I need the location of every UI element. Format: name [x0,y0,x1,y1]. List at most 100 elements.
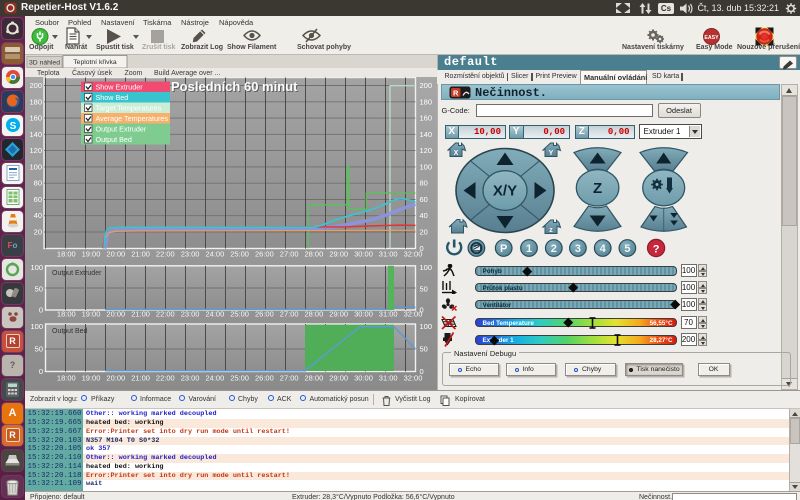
svg-text:z: z [549,227,553,234]
svg-text:28:00: 28:00 [305,250,324,259]
svg-text:18:00: 18:00 [57,250,76,259]
svg-text:100: 100 [30,263,43,272]
svg-text:25:00: 25:00 [230,250,249,259]
svg-text:19:00: 19:00 [82,374,101,383]
svg-text:24:00: 24:00 [206,310,225,319]
svg-text:EASY: EASY [704,35,719,41]
svg-text:Z: Z [593,180,602,197]
svg-text:?: ? [653,243,660,255]
svg-text:20:00: 20:00 [106,374,125,383]
svg-text:50: 50 [35,284,43,293]
svg-text:Target Temperatures: Target Temperatures [96,103,162,112]
svg-text:Show Extruder: Show Extruder [96,82,144,91]
svg-text:20: 20 [420,228,428,237]
svg-text:50: 50 [420,345,428,354]
svg-text:P: P [500,243,507,255]
svg-text:100: 100 [29,162,42,171]
svg-text:Output Extruder: Output Extruder [96,124,147,133]
svg-text:Y: Y [549,150,554,157]
svg-text:24:00: 24:00 [206,250,225,259]
svg-text:3: 3 [575,243,581,255]
svg-text:26:00: 26:00 [255,310,274,319]
svg-text:31:00: 31:00 [379,250,398,259]
svg-text:Average Temperatures: Average Temperatures [96,114,169,123]
svg-text:80: 80 [420,179,428,188]
svg-text:27:00: 27:00 [280,374,299,383]
svg-text:140: 140 [420,130,433,139]
svg-text:120: 120 [29,146,42,155]
svg-text:21:00: 21:00 [131,250,150,259]
svg-text:0: 0 [39,306,43,315]
svg-text:21:00: 21:00 [131,374,150,383]
svg-text:28:00: 28:00 [305,374,324,383]
svg-text:Show Bed: Show Bed [96,93,129,102]
svg-text:200: 200 [420,81,433,90]
svg-text:Časový úsek: Časový úsek [72,68,113,77]
svg-text:5: 5 [624,243,630,255]
svg-text:160: 160 [420,114,433,123]
svg-text:Teplotní křivka: Teplotní křivka [73,59,117,66]
svg-text:30:00: 30:00 [354,250,373,259]
svg-text:19:00: 19:00 [82,250,101,259]
svg-text:22:00: 22:00 [156,374,175,383]
svg-text:50: 50 [420,284,428,293]
svg-text:27:00: 27:00 [280,250,299,259]
svg-text:18:00: 18:00 [57,374,76,383]
svg-text:Posledních 60 minut: Posledních 60 minut [171,79,298,94]
svg-text:18:00: 18:00 [57,310,76,319]
svg-text:20: 20 [34,228,42,237]
svg-text:24:00: 24:00 [206,374,225,383]
svg-text:100: 100 [30,322,43,331]
svg-text:180: 180 [29,97,42,106]
svg-text:Build Average over ...: Build Average over ... [154,70,220,77]
svg-text:60: 60 [420,195,428,204]
svg-text:80: 80 [34,179,42,188]
svg-text:120: 120 [420,146,433,155]
svg-text:Zoom: Zoom [125,70,143,77]
svg-text:32:00: 32:00 [404,374,423,383]
svg-text:100: 100 [420,162,433,171]
svg-text:27:00: 27:00 [280,310,299,319]
svg-text:25:00: 25:00 [230,374,249,383]
svg-text:50: 50 [35,345,43,354]
svg-text:21:00: 21:00 [131,310,150,319]
svg-text:29:00: 29:00 [329,250,348,259]
svg-text:0: 0 [39,367,43,376]
svg-text:25:00: 25:00 [230,310,249,319]
svg-text:40: 40 [34,211,42,220]
svg-text:29:00: 29:00 [329,310,348,319]
svg-text:160: 160 [29,114,42,123]
svg-text:S: S [9,121,16,132]
svg-text:30:00: 30:00 [354,310,373,319]
svg-text:32:00: 32:00 [404,310,423,319]
svg-text:22:00: 22:00 [156,250,175,259]
svg-text:32:00: 32:00 [404,250,423,259]
svg-text:Output Extruder: Output Extruder [52,270,102,277]
svg-text:23:00: 23:00 [181,374,200,383]
svg-text:23:00: 23:00 [181,250,200,259]
svg-text:20:00: 20:00 [106,310,125,319]
svg-text:200: 200 [29,81,42,90]
svg-text:23:00: 23:00 [181,310,200,319]
svg-text:29:00: 29:00 [329,374,348,383]
svg-text:40: 40 [420,211,428,220]
svg-text:31:00: 31:00 [379,374,398,383]
svg-text:X/Y: X/Y [493,183,517,200]
svg-text:1: 1 [526,243,532,255]
svg-text:26:00: 26:00 [255,374,274,383]
svg-text:28:00: 28:00 [305,310,324,319]
svg-text:60: 60 [34,195,42,204]
svg-text:22:00: 22:00 [156,310,175,319]
svg-text:100: 100 [420,322,433,331]
svg-text:2: 2 [551,243,557,255]
svg-text:X: X [454,150,459,157]
svg-text:180: 180 [420,97,433,106]
svg-text:100: 100 [420,263,433,272]
svg-text:31:00: 31:00 [379,310,398,319]
svg-text:4: 4 [600,243,607,255]
svg-text:30:00: 30:00 [354,374,373,383]
svg-text:20:00: 20:00 [106,250,125,259]
svg-text:26:00: 26:00 [255,250,274,259]
svg-text:140: 140 [29,130,42,139]
svg-text:3D náhled: 3D náhled [29,59,60,66]
